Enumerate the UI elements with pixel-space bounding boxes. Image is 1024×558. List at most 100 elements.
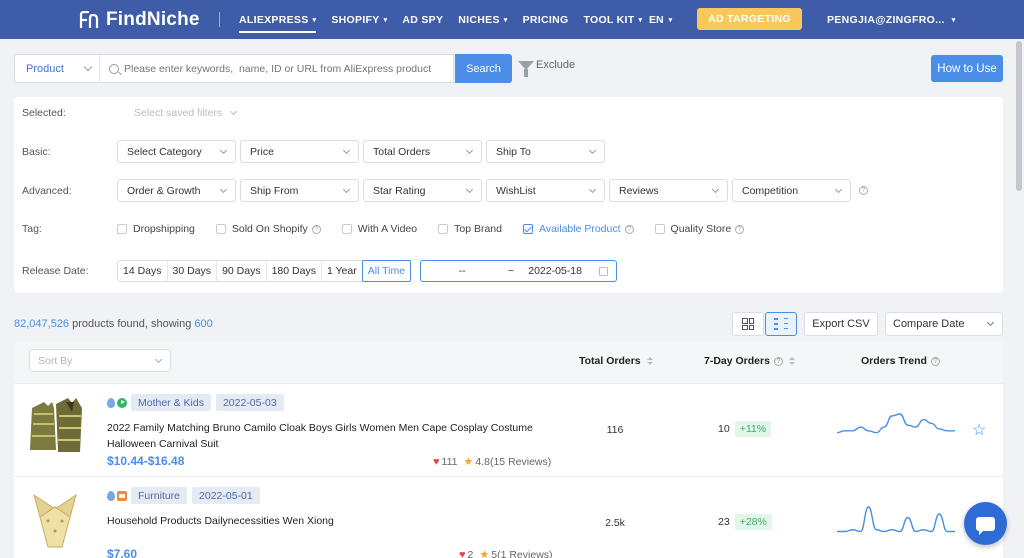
page-scrollbar[interactable] [1016, 41, 1022, 191]
chevron-down-icon [342, 146, 351, 155]
category-tag[interactable]: Furniture [131, 487, 188, 504]
tag-dropshipping-checkbox[interactable]: Dropshipping [117, 223, 195, 235]
user-menu[interactable]: PENGJIA@ZINGFRO... ▾ [827, 0, 956, 39]
product-thumbnail[interactable] [26, 394, 84, 456]
saved-filters-placeholder: Select saved filters [134, 107, 223, 119]
release-date-row: Release Date: 14 Days 30 Days 90 Days 180 D… [22, 260, 618, 282]
category-tag[interactable]: Mother & Kids [131, 394, 211, 411]
help-icon[interactable]: ? [735, 224, 745, 234]
seven-day-orders: 23 +28% [718, 514, 772, 530]
release-option-1-year[interactable]: 1 Year [322, 261, 363, 281]
language-select[interactable]: EN ▾ [649, 0, 672, 39]
sort-icon [646, 357, 653, 365]
help-icon[interactable]: ? [859, 186, 868, 195]
chat-button[interactable] [964, 502, 1007, 545]
help-icon[interactable]: ? [624, 224, 634, 234]
tag-with-a-video-checkbox[interactable]: With A Video [341, 223, 417, 235]
exclude-button[interactable]: Exclude [518, 59, 576, 77]
grid-view-button[interactable] [732, 312, 764, 336]
help-icon[interactable]: ? [773, 356, 783, 366]
nav-item-aliexpress[interactable]: ALIEXPRESS ▾ [239, 0, 317, 39]
filter-total-orders-select[interactable]: Total Orders [363, 140, 482, 163]
selected-filters-row: Selected: Select saved filters [22, 105, 238, 121]
how-to-use-button[interactable]: How to Use [931, 55, 1003, 82]
ad-targeting-button[interactable]: AD TARGETING [697, 8, 802, 30]
nav-item-label: TOOL KIT [583, 13, 635, 26]
sparkline-path [837, 413, 955, 434]
calendar-icon [599, 267, 609, 276]
tag-sold-on-shopify-checkbox[interactable]: Sold On Shopify? [215, 223, 321, 235]
heart-icon: ♥ [459, 548, 466, 558]
exclude-label: Exclude [536, 59, 576, 71]
release-date-tag: 2022-05-03 [215, 394, 284, 411]
nav-item-pricing[interactable]: PRICING [523, 0, 569, 39]
help-icon[interactable]: ? [311, 224, 321, 234]
col-total-orders[interactable]: Total Orders [579, 355, 653, 367]
tag-available-product-checkbox[interactable]: Available Product? [523, 223, 634, 235]
saved-filters-select[interactable]: Select saved filters [134, 107, 238, 119]
search-input[interactable] [124, 62, 453, 75]
table-row[interactable]: Mother & Kids 2022-05-03 2022 Family Mat… [14, 384, 1003, 477]
filter-label: Ship To [496, 145, 531, 158]
chevron-down-icon: ▾ [383, 16, 388, 24]
filter-label: Order & Growth [127, 184, 201, 197]
checkbox-checked-icon [523, 224, 533, 234]
export-csv-button[interactable]: Export CSV [804, 312, 878, 336]
release-option-180-days[interactable]: 180 Days [267, 261, 322, 281]
table-row[interactable]: Furniture 2022-05-01 Household Products … [14, 477, 1003, 558]
orders-trend-sparkline [837, 413, 955, 434]
nav-item-tool-kit[interactable]: TOOL KIT ▾ [583, 0, 642, 39]
filter-star-rating-select[interactable]: Star Rating [363, 179, 482, 202]
product-meta: ♥ 111 ★ 4.8(15 Reviews) [433, 455, 551, 469]
release-option-14-days[interactable]: 14 Days [118, 261, 168, 281]
basic-filters-row: Basic: Select Category Price Total Orders S… [22, 140, 609, 163]
filter-price-select[interactable]: Price [240, 140, 359, 163]
filter-order-growth-select[interactable]: Order & Growth [117, 179, 236, 202]
date-separator: ~ [508, 265, 515, 277]
filter-reviews-select[interactable]: Reviews [609, 179, 728, 202]
seven-day-orders: 10 +11% [718, 421, 772, 437]
product-title[interactable]: 2022 Family Matching Bruno Camilo Cloak … [107, 420, 537, 452]
nav-item-shopify[interactable]: SHOPIFY ▾ [331, 0, 387, 39]
product-meta: ♥ 2 ★ 5(1 Reviews) [459, 548, 553, 558]
nav-item-ad-spy[interactable]: AD SPY [402, 0, 443, 39]
search-type-select[interactable]: Product [15, 55, 100, 82]
chevron-down-icon [465, 146, 474, 155]
col-orders-trend-label: Orders Trend [861, 355, 927, 367]
product-price: $10.44-$16.48 [107, 454, 185, 468]
tag-quality-store-checkbox[interactable]: Quality Store? [654, 223, 745, 235]
filter-ship-to-select[interactable]: Ship To [486, 140, 605, 163]
brand-logo[interactable]: FindNiche [79, 9, 200, 31]
product-thumbnail[interactable] [26, 487, 84, 549]
filter-competition-select[interactable]: Competition [732, 179, 851, 202]
release-option-30-days[interactable]: 30 Days [168, 261, 218, 281]
filter-select-category-select[interactable]: Select Category [117, 140, 236, 163]
product-title[interactable]: Household Products Dailynecessities Wen … [107, 513, 537, 529]
language-label: EN [649, 13, 664, 26]
chevron-down-icon [588, 146, 597, 155]
compare-date-select[interactable]: Compare Date [885, 312, 1003, 336]
release-option-90-days[interactable]: 90 Days [217, 261, 267, 281]
chevron-down-icon [154, 355, 163, 364]
filter-icon [518, 60, 534, 77]
help-icon[interactable]: ? [930, 356, 940, 366]
release-option-all-time[interactable]: All Time [361, 260, 412, 282]
sort-by-select[interactable]: Sort By [29, 349, 171, 372]
favorite-star-icon[interactable]: ☆ [972, 420, 986, 440]
dropshipping-icon [107, 397, 115, 408]
filter-label: Select Category [127, 145, 202, 158]
list-view-button[interactable] [765, 312, 797, 336]
orders-trend-sparkline [837, 506, 955, 533]
chevron-down-icon: ▾ [503, 16, 508, 24]
filter-label: Price [250, 145, 274, 158]
nav-item-label: ALIEXPRESS [239, 13, 309, 26]
grid-icon [742, 318, 754, 330]
nav-divider [219, 12, 220, 27]
filter-wishlist-select[interactable]: WishList [486, 179, 605, 202]
col-7day-orders[interactable]: 7-Day Orders ? [704, 355, 795, 367]
tag-top-brand-checkbox[interactable]: Top Brand [438, 223, 502, 235]
nav-item-niches[interactable]: NICHES ▾ [458, 0, 507, 39]
date-range-picker[interactable]: -- ~ 2022-05-18 [420, 260, 618, 282]
search-button[interactable]: Search [455, 54, 512, 83]
filter-ship-from-select[interactable]: Ship From [240, 179, 359, 202]
